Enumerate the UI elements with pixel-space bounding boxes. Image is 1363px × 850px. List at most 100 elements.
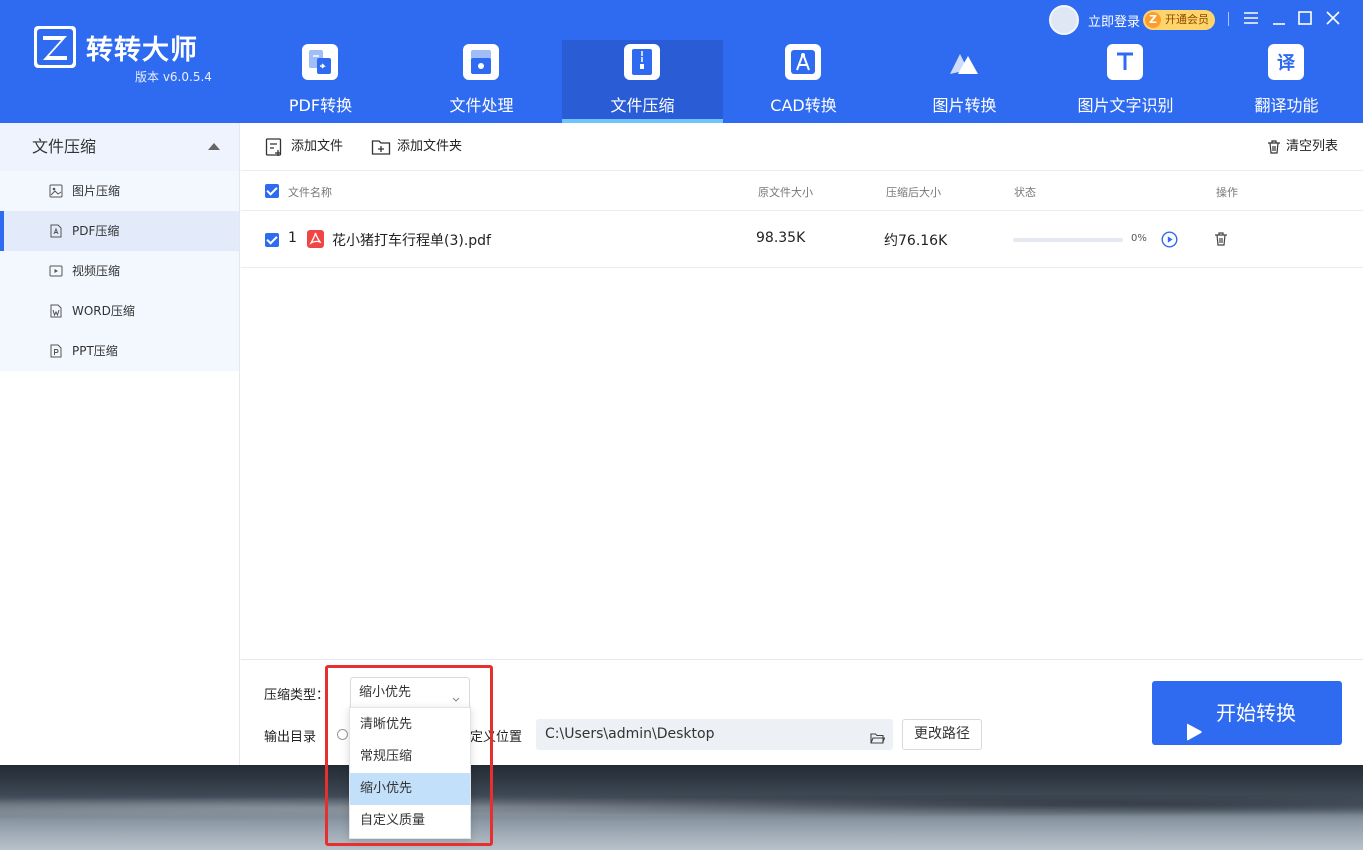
sidebar: 文件压缩 图片压缩 PDF压缩 视频压缩 WORD压缩 PPT压缩	[0, 123, 240, 765]
image-convert-icon	[946, 44, 982, 80]
row-index: 1	[288, 230, 297, 246]
tab-label: 图片文字识别	[1077, 96, 1174, 115]
option-clarity-first[interactable]: 清晰优先	[350, 709, 470, 741]
app-name: 转转大师	[86, 35, 198, 66]
app-version: 版本 v6.0.5.4	[135, 70, 212, 84]
pdf-convert-icon	[302, 44, 338, 80]
tab-label: PDF转换	[288, 96, 353, 115]
close-icon[interactable]	[1322, 7, 1344, 29]
sidebar-item-video-compress[interactable]: 视频压缩	[0, 251, 239, 291]
sidebar-list: 图片压缩 PDF压缩 视频压缩 WORD压缩 PPT压缩	[0, 171, 239, 371]
add-file-label: 添加文件	[291, 139, 344, 154]
start-convert-button[interactable]: 开始转换	[1152, 681, 1342, 745]
output-dir-label: 输出目录	[264, 730, 317, 745]
compress-type-dropdown: 清晰优先 常规压缩 缩小优先 自定义质量	[349, 707, 471, 839]
add-folder-label: 添加文件夹	[397, 139, 463, 154]
vip-z-icon: Z	[1145, 12, 1161, 28]
word-icon	[49, 304, 63, 318]
sidebar-item-label: 图片压缩	[72, 184, 121, 198]
maximize-icon[interactable]	[1294, 7, 1316, 29]
svg-text:译: 译	[1277, 53, 1296, 74]
ocr-icon	[1107, 44, 1143, 80]
sidebar-item-pdf-compress[interactable]: PDF压缩	[0, 211, 239, 251]
play-icon	[1184, 703, 1204, 741]
table-header: 文件名称 原文件大小 压缩后大小 状态 操作	[241, 171, 1363, 211]
tab-cad-convert[interactable]: CAD转换	[723, 40, 884, 123]
toolbar: 添加文件 添加文件夹 清空列表	[241, 123, 1363, 171]
compress-type-select[interactable]: 缩小优先	[350, 677, 470, 709]
start-convert-label: 开始转换	[1216, 701, 1296, 725]
ppt-icon	[49, 344, 63, 358]
trash-icon	[1266, 139, 1282, 155]
row-checkbox[interactable]	[265, 233, 279, 247]
col-actions: 操作	[1216, 186, 1238, 199]
play-icon[interactable]	[1161, 231, 1178, 248]
sidebar-item-label: PPT压缩	[72, 344, 118, 358]
sidebar-section-header[interactable]: 文件压缩	[0, 123, 239, 171]
tab-translate[interactable]: 译 翻译功能	[1206, 40, 1363, 123]
col-original-size: 原文件大小	[758, 186, 813, 199]
select-all-checkbox[interactable]	[265, 184, 279, 198]
sidebar-item-label: PDF压缩	[72, 224, 120, 238]
col-name: 文件名称	[288, 186, 332, 199]
avatar[interactable]	[1049, 5, 1079, 35]
minimize-icon[interactable]	[1268, 7, 1290, 29]
tab-image-convert[interactable]: 图片转换	[884, 40, 1045, 123]
option-normal-compress[interactable]: 常规压缩	[350, 741, 470, 773]
caret-up-icon	[208, 143, 220, 150]
app-logo-icon	[34, 26, 76, 68]
translate-icon: 译	[1268, 44, 1304, 80]
sidebar-item-ppt-compress[interactable]: PPT压缩	[0, 331, 239, 371]
header: 转转大师 版本 v6.0.5.4 PDF转换 文件处理 文件压缩 CAD转换 图…	[0, 0, 1363, 123]
file-name: 花小猪打车行程单(3).pdf	[332, 233, 491, 249]
output-path: C:\Users\admin\Desktop	[545, 726, 715, 742]
tab-label: 图片转换	[932, 96, 997, 115]
sidebar-item-label: WORD压缩	[72, 304, 135, 318]
add-file-button[interactable]: 添加文件	[265, 137, 343, 157]
image-icon	[49, 184, 63, 198]
tab-label: 文件处理	[449, 96, 514, 115]
option-custom-quality[interactable]: 自定义质量	[350, 805, 470, 837]
delete-icon[interactable]	[1213, 231, 1229, 247]
progress-bar	[1013, 238, 1123, 242]
zip-icon	[624, 44, 660, 80]
menu-icon[interactable]	[1240, 7, 1262, 29]
original-size: 98.35K	[756, 230, 806, 246]
tab-label: 翻译功能	[1254, 96, 1319, 115]
app-window: 转转大师 版本 v6.0.5.4 PDF转换 文件处理 文件压缩 CAD转换 图…	[0, 0, 1363, 765]
login-link[interactable]: 立即登录	[1088, 11, 1140, 30]
compress-type-label: 压缩类型：	[264, 688, 330, 703]
compressed-size: 约76.16K	[884, 233, 948, 249]
tab-label: CAD转换	[770, 96, 837, 115]
sidebar-item-image-compress[interactable]: 图片压缩	[0, 171, 239, 211]
col-compressed-size: 压缩后大小	[886, 186, 941, 199]
add-folder-button[interactable]: 添加文件夹	[371, 137, 462, 157]
add-file-icon	[265, 137, 285, 157]
folder-open-icon[interactable]	[870, 727, 886, 744]
tab-file-process[interactable]: 文件处理	[401, 40, 562, 123]
output-path-field[interactable]: C:\Users\admin\Desktop	[536, 719, 893, 750]
tab-label: 文件压缩	[610, 96, 675, 115]
add-folder-icon	[371, 137, 391, 157]
sidebar-section-title: 文件压缩	[32, 137, 97, 156]
option-size-first[interactable]: 缩小优先	[350, 773, 470, 805]
compress-type-value: 缩小优先	[359, 685, 412, 700]
tab-file-compress[interactable]: 文件压缩	[562, 40, 723, 123]
vip-label: 开通会员	[1165, 13, 1209, 26]
vip-button[interactable]: Z 开通会员	[1143, 10, 1215, 30]
change-path-button[interactable]: 更改路径	[902, 719, 982, 750]
tab-ocr[interactable]: 图片文字识别	[1045, 40, 1206, 123]
tab-pdf-convert[interactable]: PDF转换	[240, 40, 401, 123]
custom-location-radio[interactable]	[337, 729, 348, 740]
table-row[interactable]: 1 花小猪打车行程单(3).pdf 98.35K 约76.16K 0%	[241, 211, 1363, 268]
divider	[1228, 12, 1229, 26]
pdf-file-icon	[307, 230, 324, 248]
chevron-down-icon	[451, 686, 461, 702]
file-process-icon	[463, 44, 499, 80]
cad-icon	[785, 44, 821, 80]
sidebar-item-word-compress[interactable]: WORD压缩	[0, 291, 239, 331]
pdf-icon	[49, 224, 63, 238]
video-icon	[49, 264, 63, 278]
desktop-background	[0, 765, 1363, 850]
clear-list-button[interactable]: 清空列表	[1266, 137, 1338, 157]
